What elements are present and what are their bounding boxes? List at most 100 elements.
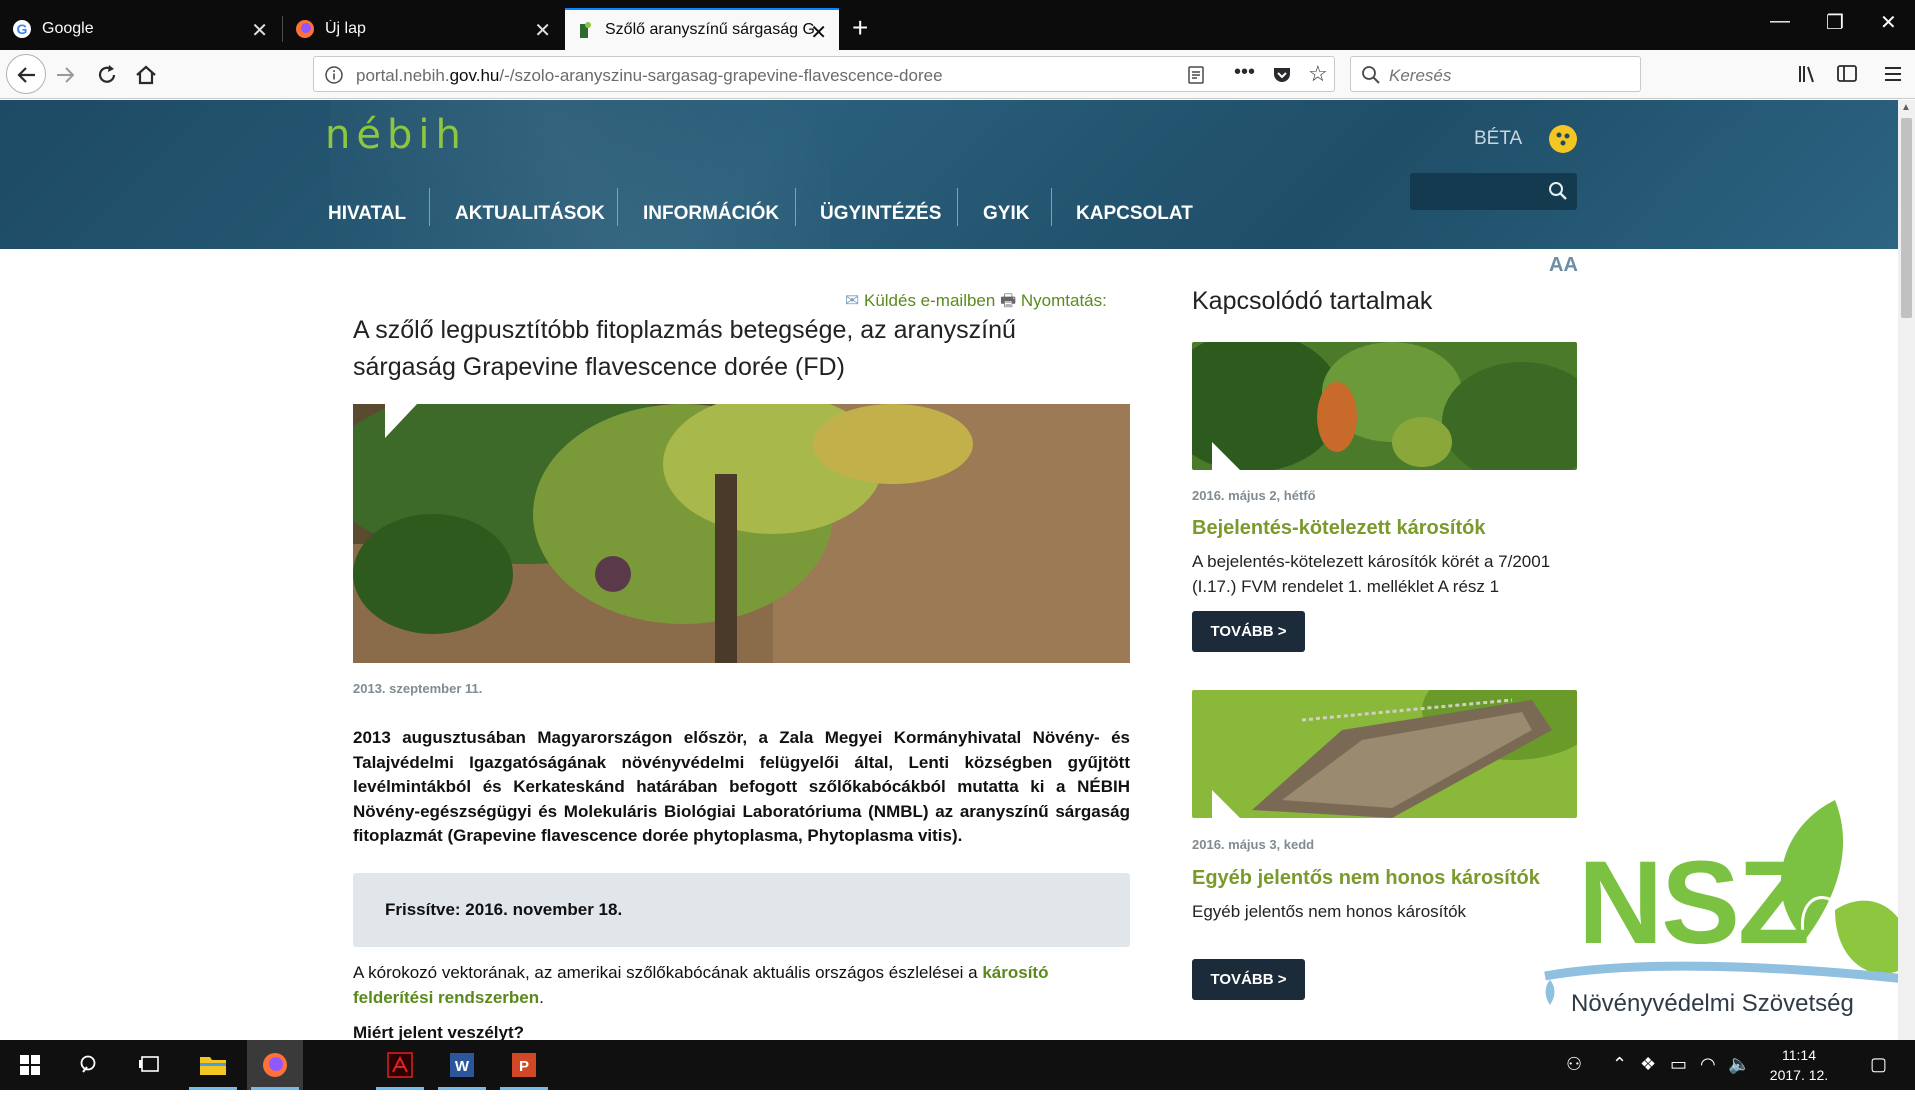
related-title-link[interactable]: Egyéb jelentős nem honos károsítók (1192, 867, 1540, 890)
tab-new[interactable]: Új lap ✕ (283, 8, 563, 50)
close-icon[interactable]: ✕ (810, 20, 827, 45)
close-icon[interactable]: ✕ (251, 18, 268, 43)
word-taskbar-icon[interactable]: W (434, 1040, 490, 1090)
task-view-icon[interactable] (122, 1040, 178, 1090)
nsz-organization-name: Növényvédelmi Szövetség (1571, 990, 1854, 1017)
article-image (353, 404, 1130, 663)
read-more-button[interactable]: TOVÁBB > (1192, 611, 1305, 652)
nsz-logo-text: NSZ (1578, 837, 1810, 969)
printer-icon: 🖶 (1000, 291, 1017, 310)
pocket-icon[interactable] (1271, 64, 1293, 86)
email-link[interactable]: Küldés e-mailben (864, 291, 995, 310)
menu-divider (795, 188, 796, 226)
article-title: A szőlő legpusztítóbb fitoplazmás betegs… (353, 316, 1016, 381)
related-description: A bejelentés-kötelezett károsítók körét … (1192, 552, 1551, 596)
read-more-button[interactable]: TOVÁBB > (1192, 959, 1305, 1000)
url-text: portal.nebih.gov.hu/-/szolo-aranyszinu-s… (356, 66, 943, 86)
menu-ugyintezes[interactable]: ÜGYINTÉZÉS (820, 195, 941, 233)
article-lead: 2013 augusztusában Magyarországon előszö… (353, 728, 1130, 845)
cookie-dots-icon (1556, 132, 1570, 146)
new-tab-button[interactable]: + (852, 12, 868, 44)
wifi-icon[interactable]: ◠ (1700, 1054, 1716, 1075)
clock-time: 11:14 (1782, 1047, 1816, 1063)
tab-title: Új lap (325, 20, 366, 37)
minimize-icon[interactable]: — (1770, 10, 1790, 33)
related-content-title: Kapcsolódó tartalmak (1192, 287, 1433, 315)
search-icon (1362, 66, 1380, 84)
start-button[interactable] (2, 1040, 58, 1090)
acrobat-icon (387, 1052, 413, 1078)
related-image-2[interactable] (1192, 690, 1577, 818)
menu-divider (1051, 188, 1052, 226)
people-icon[interactable]: ⚇ (1566, 1054, 1582, 1075)
body-end: . (539, 988, 544, 1007)
tab-google[interactable]: G Google ✕ (0, 8, 280, 50)
beta-label: BÉTA (1474, 128, 1523, 149)
close-icon[interactable]: ✕ (534, 18, 551, 43)
notifications-icon[interactable]: ▢ (1870, 1054, 1887, 1075)
menu-hivatal[interactable]: HIVATAL (328, 195, 406, 233)
search-icon[interactable] (1548, 181, 1568, 201)
url-domain: gov.hu (449, 66, 500, 85)
page-actions-icon[interactable]: ••• (1234, 61, 1255, 84)
forward-arrow-icon[interactable] (52, 62, 78, 88)
url-bar[interactable]: portal.nebih.gov.hu/-/szolo-aranyszinu-s… (313, 56, 1335, 92)
scroll-thumb[interactable] (1901, 118, 1912, 318)
menu-divider (957, 188, 958, 226)
related-description: Egyéb jelentős nem honos károsítók (1192, 902, 1467, 921)
task-view-glyph (139, 1056, 159, 1072)
bookmark-star-icon[interactable]: ☆ (1308, 61, 1328, 87)
menu-aktualitasok[interactable]: AKTUALITÁSOK (455, 195, 605, 233)
file-explorer-icon[interactable] (185, 1040, 241, 1090)
moth-photo (1192, 690, 1577, 818)
browser-nav-bar: portal.nebih.gov.hu/-/szolo-aranyszinu-s… (0, 50, 1915, 99)
cookie-icon[interactable] (1549, 125, 1577, 153)
taskbar-search-icon[interactable] (62, 1040, 118, 1090)
chevron-up-icon[interactable]: ⌃ (1612, 1054, 1627, 1075)
site-search-input[interactable] (1410, 173, 1577, 210)
menu-informaciok[interactable]: INFORMÁCIÓK (643, 195, 779, 233)
font-size-toggle[interactable]: AA (1549, 254, 1578, 277)
powerpoint-taskbar-icon[interactable]: P (496, 1040, 552, 1090)
related-image-1[interactable] (1192, 342, 1577, 470)
acrobat-taskbar-icon[interactable] (372, 1040, 428, 1090)
search-placeholder: Keresés (1389, 66, 1452, 85)
site-logo[interactable]: nébih (325, 112, 467, 158)
reader-view-icon[interactable] (1186, 65, 1206, 85)
page-scrollbar[interactable]: ▲ (1898, 100, 1915, 1040)
article-body-paragraph: A kórokozó vektorának, az amerikai szőlő… (353, 960, 1130, 1010)
back-button[interactable] (6, 54, 46, 94)
home-icon[interactable] (133, 62, 159, 88)
nebih-favicon-icon (580, 22, 591, 38)
scroll-up-icon[interactable]: ▲ (1901, 102, 1911, 113)
tab-title: Google (42, 20, 94, 37)
volume-icon[interactable]: 🔈 (1728, 1054, 1750, 1075)
restore-icon[interactable]: ❐ (1826, 10, 1844, 35)
dropbox-icon[interactable]: ❖ (1640, 1054, 1656, 1075)
word-icon: W (450, 1053, 474, 1077)
menu-divider (429, 188, 430, 226)
svg-text:P: P (519, 1058, 529, 1075)
menu-gyik[interactable]: GYIK (983, 195, 1029, 233)
system-clock[interactable]: 11:14 2017. 12. 05. (1764, 1045, 1834, 1105)
reload-icon[interactable] (94, 62, 120, 88)
window-close-icon[interactable]: ✕ (1880, 10, 1897, 35)
hamburger-menu-icon[interactable] (1882, 63, 1904, 85)
sidebar-toggle-icon[interactable] (1836, 63, 1858, 85)
related-date: 2016. május 2, hétfő (1192, 488, 1316, 503)
nsz-watermark: NSZ Növényvédelmi Szövetség (1535, 790, 1915, 1030)
battery-icon[interactable]: ▭ (1670, 1054, 1687, 1075)
related-title-link[interactable]: Bejelentés-kötelezett károsítók (1192, 517, 1485, 540)
library-icon[interactable] (1796, 63, 1818, 85)
svg-text:G: G (17, 21, 28, 37)
firefox-icon (263, 1053, 287, 1077)
tab-active-article[interactable]: Szőlő aranyszínű sárgaság Grap ✕ (565, 8, 839, 50)
print-link[interactable]: Nyomtatás: (1021, 291, 1107, 310)
menu-kapcsolat[interactable]: KAPCSOLAT (1076, 195, 1193, 233)
browser-search-box[interactable]: Keresés (1350, 56, 1641, 92)
svg-text:W: W (455, 1058, 470, 1075)
windows-logo-icon (20, 1055, 40, 1075)
firefox-taskbar-icon[interactable] (247, 1040, 303, 1090)
info-icon[interactable] (324, 65, 344, 85)
browser-tab-bar: G Google ✕ Új lap ✕ Szőlő aranyszínű sár… (0, 0, 1915, 50)
